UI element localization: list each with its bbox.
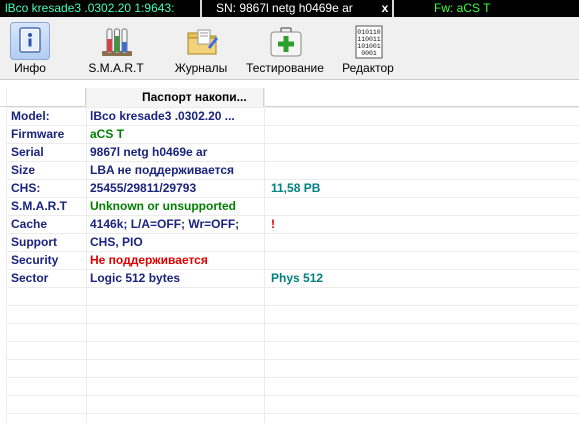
row-key: Sector: [11, 271, 49, 285]
table-row[interactable]: Firmware aCS T: [0, 125, 579, 143]
row-gridline: [6, 359, 579, 360]
svg-text:010110: 010110: [357, 29, 381, 36]
editor-button-label: Редактор: [342, 61, 394, 75]
row-key: Model:: [11, 109, 50, 123]
table-row[interactable]: S.M.A.R.T Unknown or unsupported: [0, 197, 579, 215]
info-button[interactable]: Инфо: [2, 17, 58, 80]
info-button-label: Инфо: [14, 61, 46, 75]
row-key: Firmware: [11, 127, 65, 141]
testing-button[interactable]: Тестирование: [243, 17, 327, 80]
row-value: Не поддерживается: [90, 253, 208, 267]
table-row[interactable]: CHS: 25455/29811/29793 11,58 PB: [0, 179, 579, 197]
serial-number-status: SN: 9867l netg h0469e ar: [216, 1, 353, 15]
folder-pen-icon: [181, 22, 221, 60]
testing-button-label: Тестирование: [246, 61, 324, 75]
drive-passport-table: Паспорт накопи... Model: lBco kresade3 .0…: [0, 81, 579, 423]
row-key: Support: [11, 235, 57, 249]
row-value: LBA не поддерживается: [90, 163, 234, 177]
row-gridline: [6, 395, 579, 396]
drive-model-status: lBco kresade3 .0302.20 1:9643:: [5, 1, 175, 15]
svg-text:0001: 0001: [361, 50, 377, 57]
row-gridline: [6, 305, 579, 306]
row-key: Cache: [11, 217, 48, 231]
row-value: aCS T: [90, 127, 125, 141]
row-value: Logic 512 bytes: [90, 271, 181, 285]
row-key: CHS:: [11, 181, 41, 195]
row-gridline: [6, 323, 579, 324]
logs-button[interactable]: Журналы: [166, 17, 236, 80]
row-value: lBco kresade3 .0302.20 ...: [90, 109, 235, 123]
row-value: 4146k; L/A=OFF; Wr=OFF;: [90, 217, 240, 231]
passport-column-header[interactable]: Паспорт накопи...: [86, 88, 264, 107]
toolbar: Инфо S.M.A.R.T Журналы Тестирование 0101…: [0, 17, 579, 80]
row-key: Security: [11, 253, 59, 267]
row-key: S.M.A.R.T: [11, 199, 67, 213]
row-value: Unknown or unsupported: [90, 199, 236, 213]
smart-button-label: S.M.A.R.T: [88, 61, 144, 75]
smart-button[interactable]: S.M.A.R.T: [80, 17, 152, 80]
table-row[interactable]: Serial 9867l netg h0469e ar: [0, 143, 579, 161]
table-row[interactable]: Cache 4146k; L/A=OFF; Wr=OFF;!: [0, 215, 579, 233]
binary-document-icon: 010110 110011 101001 0001: [348, 22, 388, 60]
table-row[interactable]: Size LBA не поддерживается: [0, 161, 579, 179]
row-key: Size: [11, 163, 36, 177]
row-gridline: [6, 413, 579, 414]
svg-text:101001: 101001: [357, 43, 381, 50]
row-key: Serial: [11, 145, 44, 159]
table-row[interactable]: Security Не поддерживается: [0, 251, 579, 269]
row-gridline: [6, 341, 579, 342]
row-gridline: [6, 287, 579, 288]
table-row[interactable]: Model: lBco kresade3 .0302.20 ...: [0, 107, 579, 125]
table-row[interactable]: Sector Logic 512 bytes Phys 512: [0, 269, 579, 287]
firmware-status: Fw: aCS T: [434, 1, 491, 15]
info-icon: [10, 22, 50, 60]
row-extra: Phys 512: [271, 271, 324, 285]
row-value: CHS, PIO: [90, 235, 143, 249]
svg-text:110011: 110011: [357, 36, 381, 43]
row-extra: 11,58 PB: [271, 181, 321, 195]
first-aid-kit-icon: [265, 22, 305, 60]
row-value: 25455/29811/29793: [90, 181, 197, 195]
key-column-header[interactable]: [6, 88, 86, 107]
table-row[interactable]: Support CHS, PIO: [0, 233, 579, 251]
close-drive-button[interactable]: x: [378, 0, 392, 17]
status-bar: lBco kresade3 .0302.20 1:9643: SN: 9867l…: [0, 0, 579, 17]
editor-button[interactable]: 010110 110011 101001 0001 Редактор: [336, 17, 400, 80]
row-gridline: [6, 377, 579, 378]
logs-button-label: Журналы: [174, 61, 228, 75]
row-value: 9867l netg h0469e ar: [90, 145, 208, 159]
row-extra: !: [271, 217, 275, 231]
test-tubes-icon: [96, 22, 136, 60]
